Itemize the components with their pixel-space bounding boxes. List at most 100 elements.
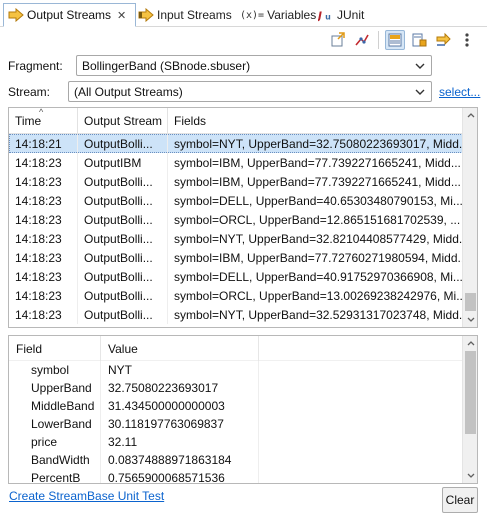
column-header-fields[interactable]: Fields <box>168 108 463 134</box>
column-header-output-stream-label: Output Stream <box>84 114 163 128</box>
export-icon[interactable] <box>328 30 348 50</box>
cell-time: 14:18:23 <box>9 172 78 191</box>
stream-label: Stream: <box>8 85 51 99</box>
scroll-down-icon[interactable] <box>463 313 477 327</box>
detail-row[interactable]: MiddleBand 31.434500000000003 <box>9 397 463 415</box>
cell-fields: symbol=IBM, UpperBand=77.72760271980594,… <box>174 250 463 265</box>
details-header: Field Value <box>9 336 463 361</box>
lock-icon[interactable] <box>409 30 429 50</box>
layout-vertical-icon[interactable] <box>385 30 405 50</box>
table-header: ^ Time Output Stream Fields <box>9 108 463 134</box>
cell-output-stream: OutputBolli... <box>78 267 168 286</box>
cell-output-stream: OutputBolli... <box>78 286 168 305</box>
cell-output-stream: OutputBolli... <box>78 248 168 267</box>
detail-field-value: 0.7565900068571536 <box>101 469 259 483</box>
variables-icon: (x)= <box>240 9 265 21</box>
table-row[interactable]: 14:18:23 OutputBolli... symbol=DELL, Upper… <box>9 267 463 286</box>
tab-junit-label: JUnit <box>337 8 365 22</box>
table-row[interactable]: 14:18:23 OutputBolli... symbol=ORCL, Upper… <box>9 210 463 229</box>
view-toolbar <box>328 30 477 50</box>
cell-time: 14:18:23 <box>9 286 78 305</box>
tab-input-streams[interactable]: Input Streams <box>138 3 232 27</box>
cell-fields: symbol=DELL, UpperBand=40.65303480790153… <box>174 193 463 208</box>
close-icon[interactable]: ✕ <box>117 9 126 22</box>
chevron-down-icon <box>415 60 425 74</box>
cell-fields: symbol=IBM, UpperBand=77.7392271665241, … <box>174 174 461 189</box>
fragment-select[interactable]: BollingerBand (SBnode.sbuser) <box>76 55 432 76</box>
column-header-time-label: Time <box>15 114 42 128</box>
detail-field-value: 30.118197763069837 <box>101 415 259 433</box>
table-row[interactable]: 14:18:23 OutputBolli... symbol=DELL, Upper… <box>9 191 463 210</box>
detail-row[interactable]: LowerBand 30.118197763069837 <box>9 415 463 433</box>
scrollbar-thumb[interactable] <box>465 351 476 434</box>
column-header-output-stream[interactable]: Output Stream <box>78 108 168 134</box>
detail-field-value: 32.75080223693017 <box>101 379 259 397</box>
table-row[interactable]: 14:18:23 OutputBolli... symbol=IBM, UpperB… <box>9 248 463 267</box>
cell-time: 14:18:23 <box>9 210 78 229</box>
tab-input-streams-label: Input Streams <box>157 8 232 22</box>
table-row[interactable]: 14:18:23 OutputBolli... symbol=ORCL, Upper… <box>9 286 463 305</box>
table-row[interactable]: 14:18:23 OutputBolli... symbol=NYT, UpperB… <box>9 305 463 324</box>
select-streams-link[interactable]: select... <box>439 85 480 99</box>
cell-time: 14:18:23 <box>9 191 78 210</box>
table-row[interactable]: 14:18:23 OutputIBM symbol=IBM, UpperBand=7… <box>9 153 463 172</box>
detail-row[interactable]: PercentB 0.7565900068571536 <box>9 469 463 483</box>
stream-select[interactable]: (All Output Streams) <box>68 81 432 102</box>
detail-field-name: PercentB <box>9 469 101 483</box>
cell-fields: symbol=NYT, UpperBand=32.52931317023748,… <box>174 307 463 322</box>
tab-variables[interactable]: (x)= Variables <box>240 3 316 27</box>
junit-icon: Ju <box>318 7 334 23</box>
create-unit-test-link[interactable]: Create StreamBase Unit Test <box>9 489 164 503</box>
tab-junit[interactable]: Ju JUnit <box>318 3 364 27</box>
fragment-select-value: BollingerBand (SBnode.sbuser) <box>82 58 251 73</box>
detail-field-name: LowerBand <box>9 415 101 433</box>
view-tab-bar: Output Streams ✕ Input Streams (x)= Vari… <box>0 0 487 27</box>
detail-field-name: price <box>9 433 101 451</box>
column-header-field[interactable]: Field <box>9 336 101 361</box>
cell-fields: symbol=IBM, UpperBand=77.7392271665241, … <box>174 155 461 170</box>
table-row[interactable]: 14:18:21 OutputBolli... symbol=NYT, UpperB… <box>9 134 463 153</box>
table-row[interactable]: 14:18:23 OutputBolli... symbol=NYT, UpperB… <box>9 229 463 248</box>
cell-output-stream: OutputIBM <box>78 153 168 172</box>
chevron-down-icon <box>415 86 425 100</box>
output-streams-icon <box>8 7 24 23</box>
filter-icon[interactable] <box>352 30 372 50</box>
detail-filler-cell <box>259 415 463 433</box>
scrollbar-thumb[interactable] <box>465 293 476 311</box>
detail-row[interactable]: BandWidth 0.08374888971863184 <box>9 451 463 469</box>
column-header-value[interactable]: Value <box>101 336 259 361</box>
detail-field-name: BandWidth <box>9 451 101 469</box>
cell-time: 14:18:23 <box>9 305 78 324</box>
cell-time: 14:18:23 <box>9 267 78 286</box>
table-row[interactable]: 14:18:23 OutputBolli... symbol=IBM, UpperB… <box>9 172 463 191</box>
details-scrollbar[interactable] <box>462 336 477 483</box>
detail-filler-cell <box>259 361 463 379</box>
detail-row[interactable]: price 32.11 <box>9 433 463 451</box>
tuple-details-table: Field Value symbol NYT UpperBand 32.7508022… <box>8 335 478 484</box>
output-tuples-table: ^ Time Output Stream Fields 14:18:21 Outp… <box>8 107 478 328</box>
clear-button[interactable]: Clear <box>442 487 478 513</box>
input-streams-icon <box>138 7 154 23</box>
detail-field-name: symbol <box>9 361 101 379</box>
detail-row[interactable]: symbol NYT <box>9 361 463 379</box>
scroll-up-icon[interactable] <box>463 336 477 350</box>
cell-output-stream: OutputBolli... <box>78 305 168 324</box>
view-menu-icon[interactable] <box>457 30 477 50</box>
tab-output-streams[interactable]: Output Streams ✕ <box>3 3 136 27</box>
detail-row[interactable]: UpperBand 32.75080223693017 <box>9 379 463 397</box>
sort-ascending-icon: ^ <box>39 107 44 117</box>
cell-output-stream: OutputBolli... <box>78 191 168 210</box>
detail-field-name: MiddleBand <box>9 397 101 415</box>
column-header-filler <box>259 336 463 361</box>
cell-output-stream: OutputBolli... <box>78 172 168 191</box>
detail-filler-cell <box>259 397 463 415</box>
cell-fields: symbol=ORCL, UpperBand=13.00269238242976… <box>174 288 463 303</box>
pin-icon[interactable] <box>433 30 453 50</box>
cell-output-stream: OutputBolli... <box>78 229 168 248</box>
cell-time: 14:18:23 <box>9 248 78 267</box>
scroll-down-icon[interactable] <box>463 469 477 483</box>
scroll-up-icon[interactable] <box>463 108 477 122</box>
detail-filler-cell <box>259 433 463 451</box>
table-scrollbar[interactable] <box>462 108 477 327</box>
column-header-time[interactable]: ^ Time <box>9 108 78 134</box>
